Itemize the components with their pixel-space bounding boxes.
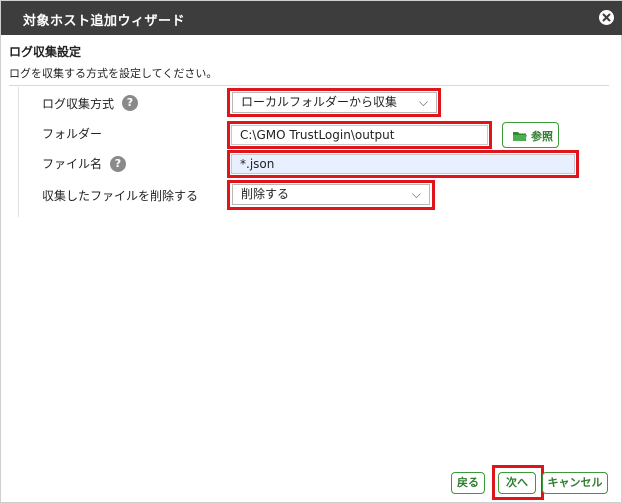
chevron-down-icon: ⌵ xyxy=(418,95,428,109)
delete-label: 収集したファイルを削除する xyxy=(42,189,199,203)
cancel-button[interactable]: キャンセル xyxy=(542,472,608,494)
filename-input-value: *.json xyxy=(240,157,275,171)
delete-select-value: 削除する xyxy=(241,187,290,201)
help-icon[interactable]: ? xyxy=(122,95,138,111)
browse-label: 参照 xyxy=(531,130,553,143)
method-select[interactable]: ローカルフォルダーから収集 ⌵ xyxy=(232,92,437,113)
delete-select[interactable]: 削除する ⌵ xyxy=(232,184,430,205)
folder-input[interactable]: C:\GMO TrustLogin\output xyxy=(231,125,488,145)
section-description: ログを収集する方式を設定してください。 xyxy=(9,67,218,80)
folder-icon xyxy=(512,130,528,145)
dialog-titlebar: 対象ホスト追加ウィザード xyxy=(1,1,622,35)
method-select-value: ローカルフォルダーから収集 xyxy=(241,95,398,109)
section-title: ログ収集設定 xyxy=(9,45,82,59)
close-icon[interactable] xyxy=(599,10,614,25)
help-icon[interactable]: ? xyxy=(110,156,126,172)
filename-label: ファイル名 xyxy=(42,157,103,171)
folder-label: フォルダー xyxy=(42,127,103,141)
wizard-dialog: 対象ホスト追加ウィザード ログ収集設定 ログを収集する方式を設定してください。 … xyxy=(0,0,622,503)
next-button[interactable]: 次へ xyxy=(498,472,536,494)
form-left-rule xyxy=(18,87,19,217)
browse-button[interactable]: 参照 xyxy=(502,122,559,148)
section-divider xyxy=(9,85,609,86)
back-button[interactable]: 戻る xyxy=(451,472,485,494)
chevron-down-icon: ⌵ xyxy=(411,187,421,201)
method-label: ログ収集方式 xyxy=(42,97,115,111)
folder-input-value: C:\GMO TrustLogin\output xyxy=(240,128,395,142)
dialog-title: 対象ホスト追加ウィザード xyxy=(23,14,186,29)
filename-input[interactable]: *.json xyxy=(231,154,575,174)
